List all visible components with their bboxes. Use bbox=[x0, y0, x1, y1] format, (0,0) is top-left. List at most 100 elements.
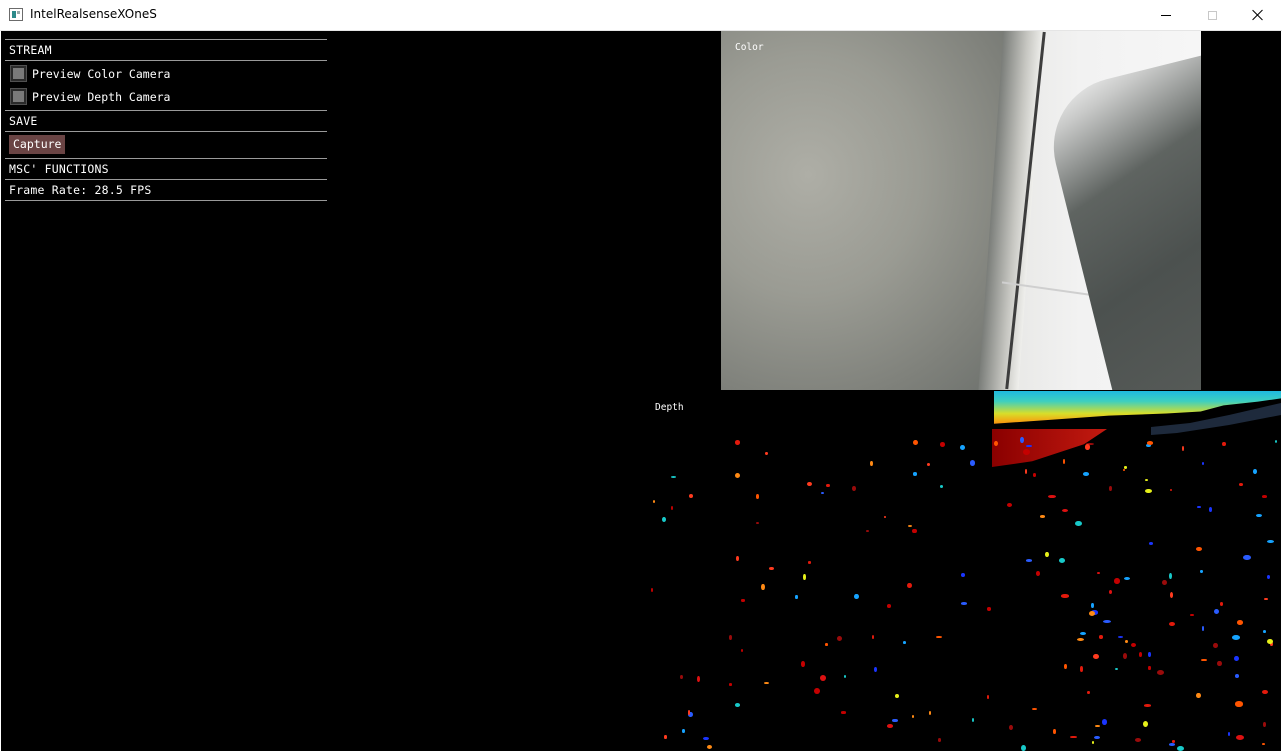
divider bbox=[5, 60, 327, 61]
depth-noise-point bbox=[936, 635, 942, 638]
depth-noise-point bbox=[940, 484, 944, 488]
depth-noise-point bbox=[706, 745, 713, 750]
depth-noise-point bbox=[986, 607, 991, 611]
depth-noise-point bbox=[1008, 724, 1013, 731]
depth-noise-point bbox=[1196, 692, 1201, 699]
depth-noise-point bbox=[1182, 445, 1185, 452]
depth-noise-point bbox=[1089, 610, 1096, 616]
depth-noise-point bbox=[1096, 572, 1101, 575]
depth-noise-point bbox=[680, 675, 684, 680]
depth-noise-point bbox=[1234, 674, 1240, 679]
depth-noise-point bbox=[703, 737, 709, 741]
depth-noise-point bbox=[894, 693, 899, 698]
stream-header[interactable]: STREAM bbox=[9, 43, 52, 57]
depth-noise-point bbox=[843, 675, 847, 679]
depth-noise-point bbox=[1243, 555, 1252, 561]
depth-noise-point bbox=[1214, 608, 1220, 614]
depth-noise-point bbox=[928, 711, 931, 715]
depth-noise-point bbox=[1075, 521, 1083, 527]
depth-noise-point bbox=[697, 675, 700, 682]
depth-noise-point bbox=[755, 494, 760, 500]
depth-noise-point bbox=[1101, 719, 1108, 725]
depth-noise-point bbox=[1219, 601, 1224, 606]
close-button[interactable] bbox=[1235, 0, 1281, 30]
minimize-button[interactable] bbox=[1143, 0, 1189, 30]
divider bbox=[5, 110, 327, 111]
depth-noise-point bbox=[1262, 630, 1266, 634]
depth-noise-point bbox=[670, 475, 677, 478]
depth-noise-point bbox=[741, 599, 745, 602]
depth-noise-point bbox=[1032, 473, 1037, 478]
depth-noise-point bbox=[1115, 667, 1119, 671]
depth-noise-point bbox=[854, 593, 859, 599]
depth-noise-point bbox=[939, 442, 946, 448]
capture-button[interactable]: Capture bbox=[9, 135, 66, 154]
depth-noise-point bbox=[734, 703, 740, 707]
depth-noise-point bbox=[1053, 729, 1056, 734]
depth-noise-point bbox=[1252, 468, 1258, 475]
depth-noise-point bbox=[755, 521, 759, 525]
depth-noise-point bbox=[821, 492, 825, 495]
depth-noise-point bbox=[1200, 570, 1203, 573]
depth-noise-point bbox=[1058, 558, 1066, 564]
depth-noise-point bbox=[1103, 619, 1112, 623]
depth-noise-point bbox=[1169, 573, 1172, 580]
depth-noise-point bbox=[664, 735, 667, 739]
depth-noise-point bbox=[764, 681, 769, 684]
depth-noise-point bbox=[1177, 746, 1185, 751]
depth-noise-point bbox=[1266, 639, 1273, 645]
frame-rate-text: Frame Rate: 28.5 FPS bbox=[9, 183, 152, 197]
depth-noise-point bbox=[1092, 653, 1099, 660]
depth-noise-point bbox=[1148, 665, 1151, 671]
depth-camera-preview: Depth bbox=[651, 391, 1281, 751]
depth-noise-point bbox=[1040, 515, 1045, 519]
divider bbox=[5, 200, 327, 201]
depth-noise-point bbox=[1197, 505, 1202, 509]
divider bbox=[5, 179, 327, 180]
save-header[interactable]: SAVE bbox=[9, 114, 38, 128]
depth-noise-point bbox=[826, 483, 830, 488]
preview-color-label[interactable]: Preview Color Camera bbox=[32, 67, 170, 81]
depth-noise-point bbox=[1118, 635, 1124, 638]
depth-noise-point bbox=[836, 636, 842, 642]
depth-noise-point bbox=[1266, 539, 1275, 544]
depth-noise-point bbox=[1234, 656, 1239, 662]
depth-noise-point bbox=[1256, 513, 1263, 517]
depth-noise-point bbox=[887, 723, 893, 728]
depth-noise-point bbox=[1157, 670, 1165, 676]
depth-noise-point bbox=[795, 594, 798, 599]
depth-noise-point bbox=[801, 661, 805, 667]
depth-noise-point bbox=[903, 641, 907, 644]
maximize-button[interactable] bbox=[1189, 0, 1235, 30]
depth-noise-point bbox=[886, 604, 891, 609]
depth-noise-point bbox=[1201, 625, 1205, 631]
depth-noise-point bbox=[871, 634, 875, 640]
color-camera-preview: Color bbox=[721, 31, 1201, 390]
depth-gradient-band bbox=[994, 391, 1281, 424]
depth-noise-point bbox=[883, 516, 887, 519]
depth-noise-point bbox=[1146, 440, 1154, 445]
preview-depth-checkbox[interactable] bbox=[10, 88, 27, 105]
depth-noise-point bbox=[1170, 488, 1173, 491]
depth-noise-point bbox=[1094, 724, 1100, 728]
color-scene-object bbox=[1039, 42, 1201, 390]
window-title-bar: IntelRealsenseXOneS bbox=[0, 0, 1282, 31]
depth-noise-point bbox=[869, 460, 873, 467]
preview-color-checkbox[interactable] bbox=[10, 65, 27, 82]
depth-noise-point bbox=[937, 737, 942, 742]
depth-noise-point bbox=[734, 473, 741, 479]
depth-noise-point bbox=[1080, 632, 1087, 636]
misc-functions-header[interactable]: MSC' FUNCTIONS bbox=[9, 162, 109, 176]
depth-noise-point bbox=[765, 452, 768, 455]
close-icon bbox=[1252, 9, 1264, 21]
depth-noise-point bbox=[1114, 578, 1120, 584]
depth-noise-point bbox=[907, 524, 913, 528]
depth-noise-point bbox=[652, 499, 656, 503]
depth-noise-point bbox=[1222, 442, 1226, 447]
depth-noise-point bbox=[1201, 461, 1205, 465]
maximize-icon bbox=[1207, 10, 1217, 20]
depth-noise-point bbox=[1227, 732, 1230, 736]
depth-noise-point bbox=[1025, 559, 1033, 563]
depth-noise-point bbox=[1261, 495, 1268, 499]
preview-depth-label[interactable]: Preview Depth Camera bbox=[32, 90, 170, 104]
